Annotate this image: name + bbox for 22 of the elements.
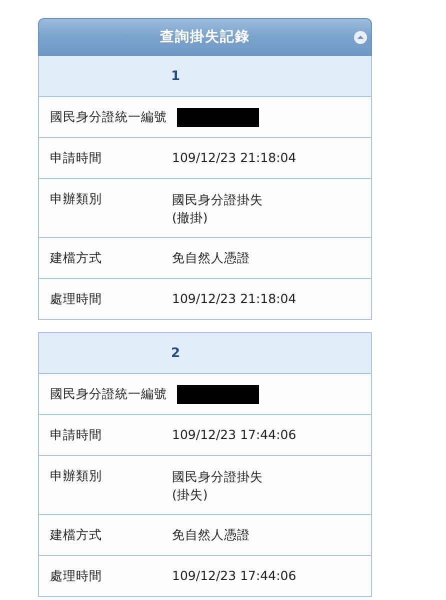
field-value: 109/12/23 21:18:04 bbox=[172, 149, 296, 167]
panel-title: 查詢掛失記錄 bbox=[160, 28, 250, 46]
field-label: 申請時間 bbox=[49, 150, 103, 166]
field-value: 109/12/23 17:44:06 bbox=[172, 567, 296, 585]
field-value: 免自然人憑證 bbox=[172, 526, 250, 544]
field-value: 國民身分證掛失 (撤掛) bbox=[172, 191, 263, 227]
field-label: 建檔方式 bbox=[49, 526, 103, 544]
collapse-icon[interactable] bbox=[354, 31, 367, 44]
record-number: 2 bbox=[171, 346, 180, 360]
field-label: 建檔方式 bbox=[49, 250, 103, 266]
field-value: 109/12/23 21:18:04 bbox=[172, 290, 296, 308]
field-label: 處理時間 bbox=[49, 290, 103, 308]
field-label: 申請時間 bbox=[49, 426, 103, 444]
field-value: 免自然人憑證 bbox=[172, 249, 250, 267]
field-label: 國民身分證統一編號 bbox=[49, 386, 168, 402]
field-label: 國民身分證統一編號 bbox=[49, 108, 168, 126]
record-number: 1 bbox=[171, 68, 180, 84]
field-label: 申辦類別 bbox=[49, 191, 103, 208]
field-label: 申辦類別 bbox=[49, 468, 103, 485]
field-label: 處理時間 bbox=[49, 568, 103, 584]
field-value: 國民身分證掛失 (掛失) bbox=[172, 468, 263, 504]
field-value: 109/12/23 17:44:06 bbox=[172, 426, 296, 444]
